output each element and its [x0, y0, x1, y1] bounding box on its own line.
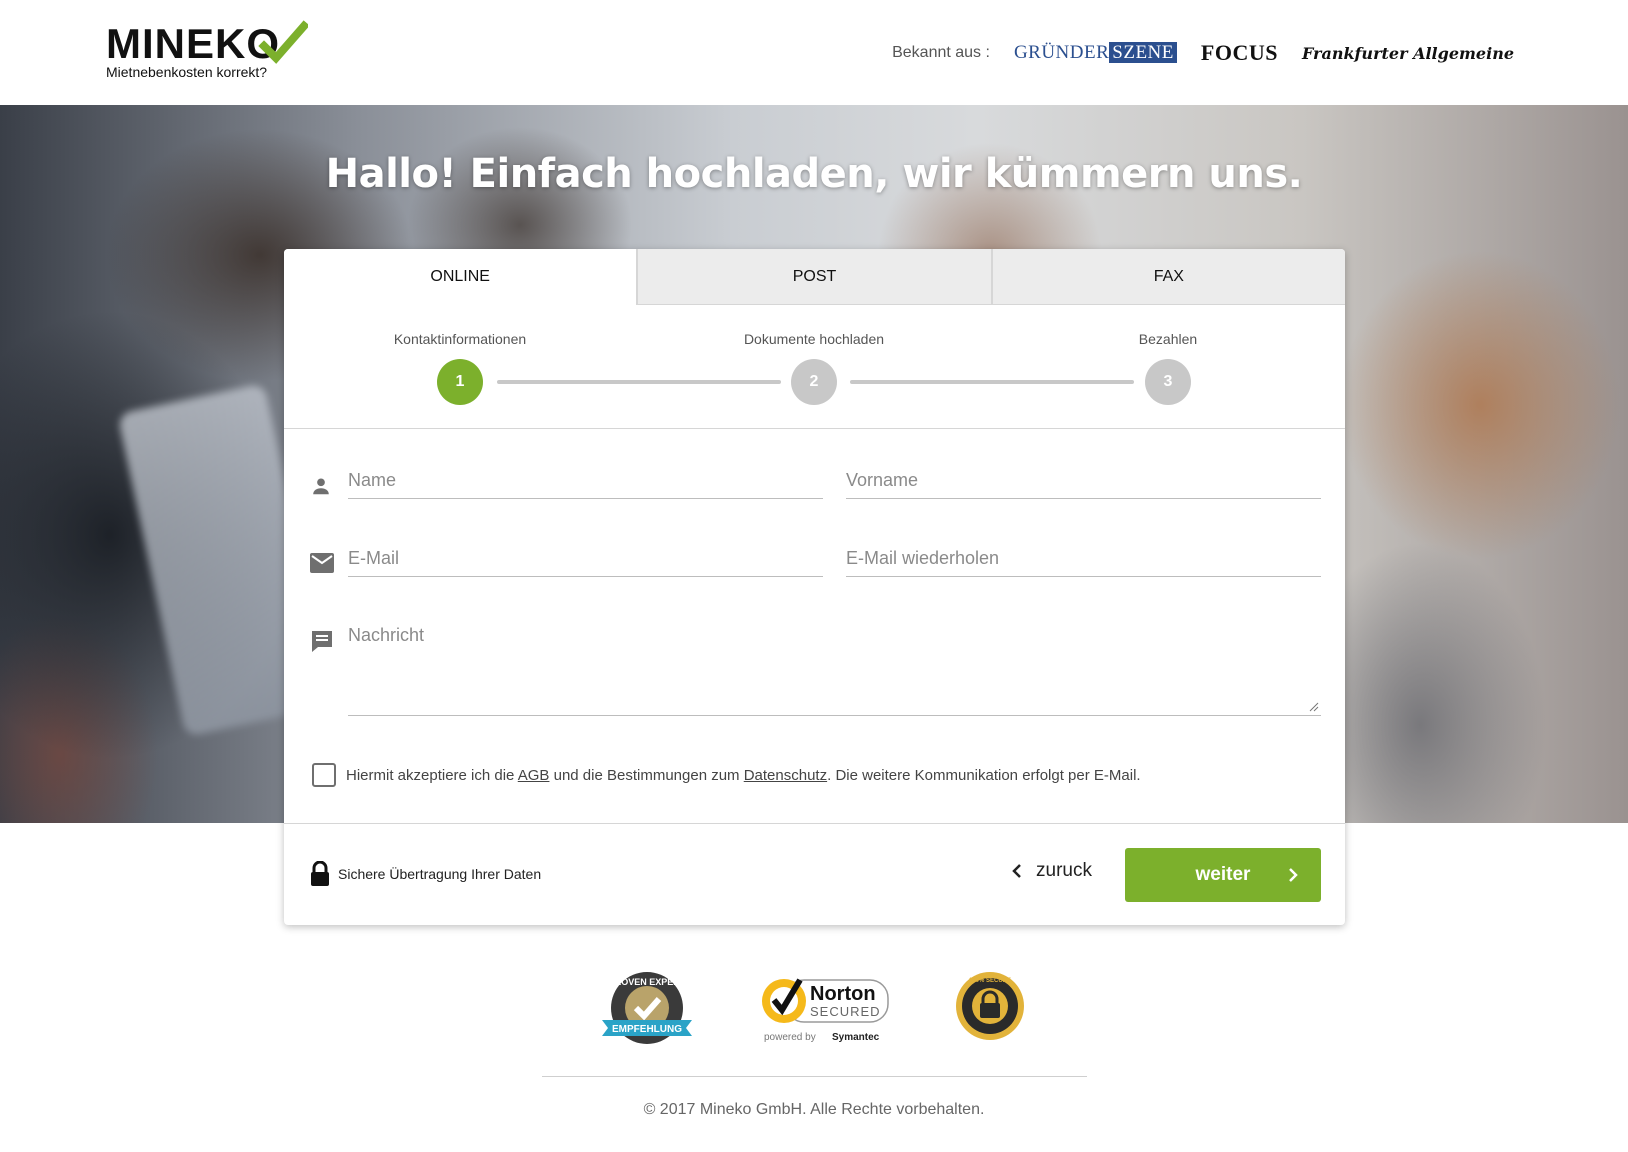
- step-1-circle: 1: [437, 359, 483, 405]
- next-label: weiter: [1195, 864, 1251, 885]
- next-button[interactable]: weiter: [1125, 848, 1321, 902]
- svg-text:SECURED: SECURED: [810, 1004, 881, 1019]
- tab-post[interactable]: POST: [636, 249, 991, 305]
- chevron-left-icon: [1012, 864, 1021, 878]
- gruenderszene-logo: GRÜNDER SZENE: [1014, 42, 1177, 64]
- secure-seal-badge: 100% SECURE: [956, 972, 1024, 1040]
- hero-title: Hallo! Einfach hochladen, wir kümmern un…: [325, 151, 1303, 197]
- step-1-label: Kontaktinformationen: [393, 331, 527, 347]
- step-3-label: Bezahlen: [1138, 331, 1198, 347]
- secure-text: Sichere Übertragung Ihrer Daten: [338, 866, 542, 882]
- logo-wordmark: MINEKO: [106, 20, 280, 67]
- message-textarea[interactable]: [348, 619, 1321, 715]
- consent-checkbox[interactable]: [312, 763, 336, 787]
- mail-icon: [310, 553, 334, 573]
- trust-badges: PROVEN EXPERT EMPFEHLUNG Norton SECURED …: [0, 970, 1628, 1060]
- copyright-text: © 2017 Mineko GmbH. Alle Rechte vorbehal…: [643, 1101, 985, 1118]
- back-label: zuruck: [1036, 860, 1092, 881]
- card-footer: Sichere Übertragung Ihrer Daten zuruck w…: [284, 823, 1345, 925]
- message-field[interactable]: [348, 619, 1321, 716]
- norton-secured-badge: Norton SECURED powered by Symantec: [762, 978, 889, 1043]
- tab-online[interactable]: ONLINE: [284, 249, 637, 305]
- lock-icon: [311, 861, 329, 886]
- site-header: MINEKO Mietnebenkosten korrekt? Bekannt …: [0, 0, 1628, 105]
- step-2-circle: 2: [791, 359, 837, 405]
- name-field[interactable]: [348, 463, 823, 499]
- svg-text:Symantec: Symantec: [832, 1032, 880, 1043]
- chevron-right-icon: [1289, 868, 1298, 882]
- progress-stepper: Kontaktinformationen Dokumente hochladen…: [284, 305, 1345, 429]
- person-icon: [313, 478, 329, 495]
- tab-fax[interactable]: FAX: [990, 249, 1345, 305]
- step-connector: [497, 380, 781, 384]
- upload-card: ONLINE POST FAX Kontaktinformationen Dok…: [284, 249, 1345, 925]
- proven-expert-badge: PROVEN EXPERT EMPFEHLUNG: [602, 972, 692, 1044]
- press-label: Bekannt aus :: [892, 44, 990, 61]
- focus-logo: FOCUS: [1200, 40, 1278, 65]
- step-2-label: Dokumente hochladen: [743, 331, 885, 347]
- svg-text:powered by: powered by: [764, 1032, 816, 1043]
- email-field[interactable]: [348, 541, 823, 577]
- svg-text:Norton: Norton: [810, 983, 876, 1005]
- method-tabs: ONLINE POST FAX: [284, 249, 1345, 305]
- datenschutz-link[interactable]: Datenschutz: [744, 767, 827, 784]
- name-input[interactable]: [348, 463, 823, 498]
- footer-divider: [542, 1076, 1087, 1077]
- email-repeat-input[interactable]: [846, 541, 1321, 576]
- vorname-field[interactable]: [846, 463, 1321, 499]
- email-repeat-field[interactable]: [846, 541, 1321, 577]
- message-icon: [312, 631, 332, 652]
- consent-row: Hiermit akzeptiere ich die AGB und die B…: [312, 763, 1141, 787]
- secure-transfer-note: Sichere Übertragung Ihrer Daten: [310, 861, 541, 887]
- logo-tagline: Mietnebenkosten korrekt?: [106, 64, 268, 80]
- svg-text:EMPFEHLUNG: EMPFEHLUNG: [612, 1024, 682, 1035]
- svg-text:PROVEN EXPERT: PROVEN EXPERT: [609, 977, 686, 987]
- back-button[interactable]: zuruck: [1012, 860, 1092, 882]
- faz-logo: Frankfurter Allgemeine: [1301, 43, 1514, 63]
- step-3-circle: 3: [1145, 359, 1191, 405]
- consent-text: Hiermit akzeptiere ich die AGB und die B…: [346, 766, 1141, 784]
- step-connector: [850, 380, 1134, 384]
- email-input[interactable]: [348, 541, 823, 576]
- press-mentions: Bekannt aus : GRÜNDER SZENE FOCUS Frankfu…: [892, 38, 1514, 68]
- agb-link[interactable]: AGB: [518, 767, 550, 784]
- svg-text:100% SECURE: 100% SECURE: [969, 978, 1011, 984]
- resize-grip-icon[interactable]: [1309, 702, 1319, 712]
- mineko-logo[interactable]: MINEKO Mietnebenkosten korrekt?: [106, 20, 326, 82]
- logo-check-icon: [258, 20, 308, 64]
- vorname-input[interactable]: [846, 463, 1321, 498]
